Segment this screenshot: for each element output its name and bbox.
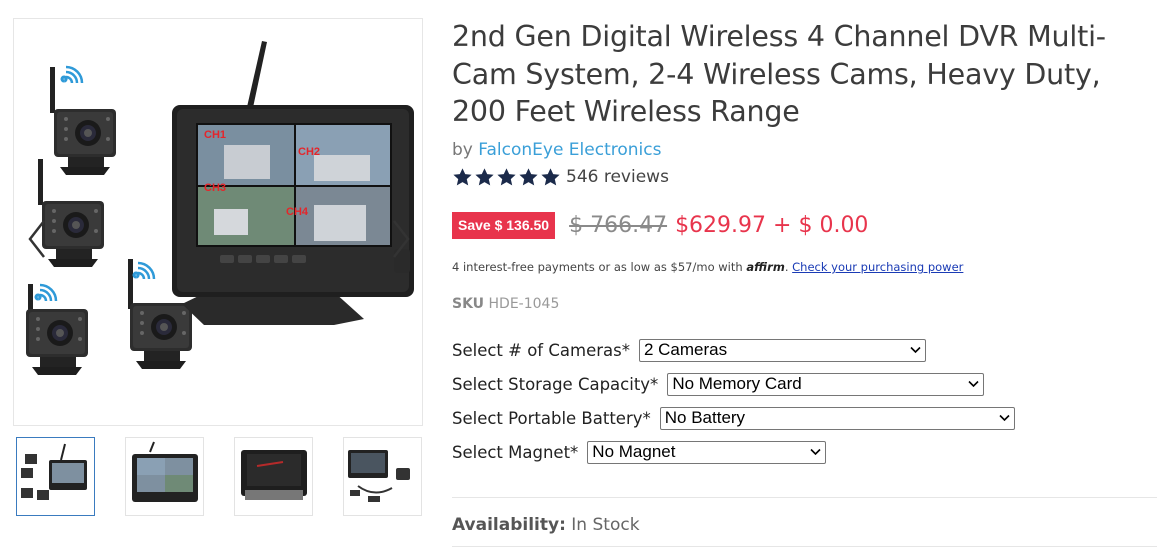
star-icon bbox=[453, 167, 472, 185]
chevron-right-icon bbox=[393, 220, 410, 258]
thumbnail-3[interactable] bbox=[234, 437, 313, 516]
thumbnail-1[interactable] bbox=[16, 437, 95, 516]
previous-image-button[interactable] bbox=[26, 219, 48, 259]
star-icon bbox=[475, 167, 494, 185]
vendor-line: by FalconEye Electronics bbox=[452, 140, 661, 160]
monitor-label-ch1: CH1 bbox=[204, 129, 226, 141]
option-row-battery: Select Portable Battery* No Battery bbox=[452, 406, 1015, 430]
storage-select[interactable]: No Memory Card bbox=[667, 372, 985, 396]
sku-line: SKU HDE-1045 bbox=[452, 296, 559, 312]
star-icon bbox=[497, 167, 516, 185]
option-row-magnet: Select Magnet* No Magnet bbox=[452, 440, 827, 464]
main-product-image[interactable]: CH1 CH2 CH3 CH4 bbox=[13, 18, 423, 426]
battery-select[interactable]: No Battery bbox=[659, 406, 1015, 430]
current-price: $629.97 + $ 0.00 bbox=[675, 212, 869, 238]
monitor-label-ch2: CH2 bbox=[298, 146, 320, 158]
option-label-storage: Select Storage Capacity* bbox=[452, 374, 659, 394]
star-rating bbox=[452, 167, 561, 188]
wifi-signal-icon bbox=[60, 65, 84, 85]
battery-select-value: No Battery bbox=[664, 408, 746, 427]
divider bbox=[452, 497, 1157, 498]
affirm-purchasing-power-link[interactable]: Check your purchasing power bbox=[792, 260, 963, 274]
availability-label: Availability: bbox=[452, 515, 566, 535]
star-icon bbox=[519, 167, 538, 185]
thumbnail-image bbox=[132, 441, 198, 502]
storage-select-value: No Memory Card bbox=[672, 374, 802, 393]
product-title: 2nd Gen Digital Wireless 4 Channel DVR M… bbox=[452, 20, 1106, 128]
availability: Availability: In Stock bbox=[452, 515, 640, 535]
monitor-label-ch3: CH3 bbox=[204, 182, 226, 194]
affirm-financing: 4 interest-free payments or as low as $5… bbox=[452, 260, 964, 274]
divider bbox=[452, 546, 1157, 547]
chevron-down-icon bbox=[999, 414, 1010, 422]
affirm-logo: affirm bbox=[746, 260, 785, 274]
option-label-cameras: Select # of Cameras* bbox=[452, 340, 630, 360]
next-image-button[interactable] bbox=[390, 219, 412, 259]
sku-value: HDE-1045 bbox=[488, 296, 560, 312]
thumbnail-4[interactable] bbox=[343, 437, 422, 516]
affirm-text: 4 interest-free payments or as low as $5… bbox=[452, 260, 743, 274]
vendor-prefix: by bbox=[452, 140, 473, 160]
thumbnail-2[interactable] bbox=[125, 437, 204, 516]
thumbnail-image bbox=[21, 443, 87, 500]
thumbnail-image bbox=[241, 450, 307, 500]
option-row-storage: Select Storage Capacity* No Memory Card bbox=[452, 372, 985, 396]
cameras-select[interactable]: 2 Cameras bbox=[638, 338, 926, 362]
vendor-link[interactable]: FalconEye Electronics bbox=[478, 140, 661, 160]
option-row-cameras: Select # of Cameras* 2 Cameras bbox=[452, 338, 926, 362]
save-badge: Save $ 136.50 bbox=[452, 211, 556, 239]
star-icon bbox=[541, 167, 560, 185]
chevron-left-icon bbox=[28, 220, 45, 258]
wifi-signal-icon bbox=[34, 283, 58, 303]
magnet-select-value: No Magnet bbox=[592, 442, 676, 461]
reviews-summary[interactable]: 546 reviews bbox=[452, 166, 669, 188]
thumbnail-image bbox=[348, 450, 410, 502]
magnet-select[interactable]: No Magnet bbox=[587, 440, 827, 464]
monitor-label-ch4: CH4 bbox=[286, 206, 309, 218]
chevron-down-icon bbox=[910, 346, 921, 354]
reviews-count[interactable]: 546 reviews bbox=[566, 167, 669, 187]
chevron-down-icon bbox=[968, 380, 979, 388]
wifi-signal-icon bbox=[132, 261, 156, 281]
option-label-battery: Select Portable Battery* bbox=[452, 408, 651, 428]
sku-label: SKU bbox=[452, 296, 485, 312]
cameras-select-value: 2 Cameras bbox=[643, 340, 728, 359]
price-row: Save $ 136.50 $ 766.47 $629.97 + $ 0.00 bbox=[452, 211, 868, 239]
compare-at-price: $ 766.47 bbox=[569, 212, 668, 238]
product-photo: CH1 CH2 CH3 CH4 bbox=[26, 41, 414, 375]
chevron-down-icon bbox=[810, 448, 821, 456]
option-label-magnet: Select Magnet* bbox=[452, 442, 579, 462]
availability-value: In Stock bbox=[571, 515, 640, 535]
